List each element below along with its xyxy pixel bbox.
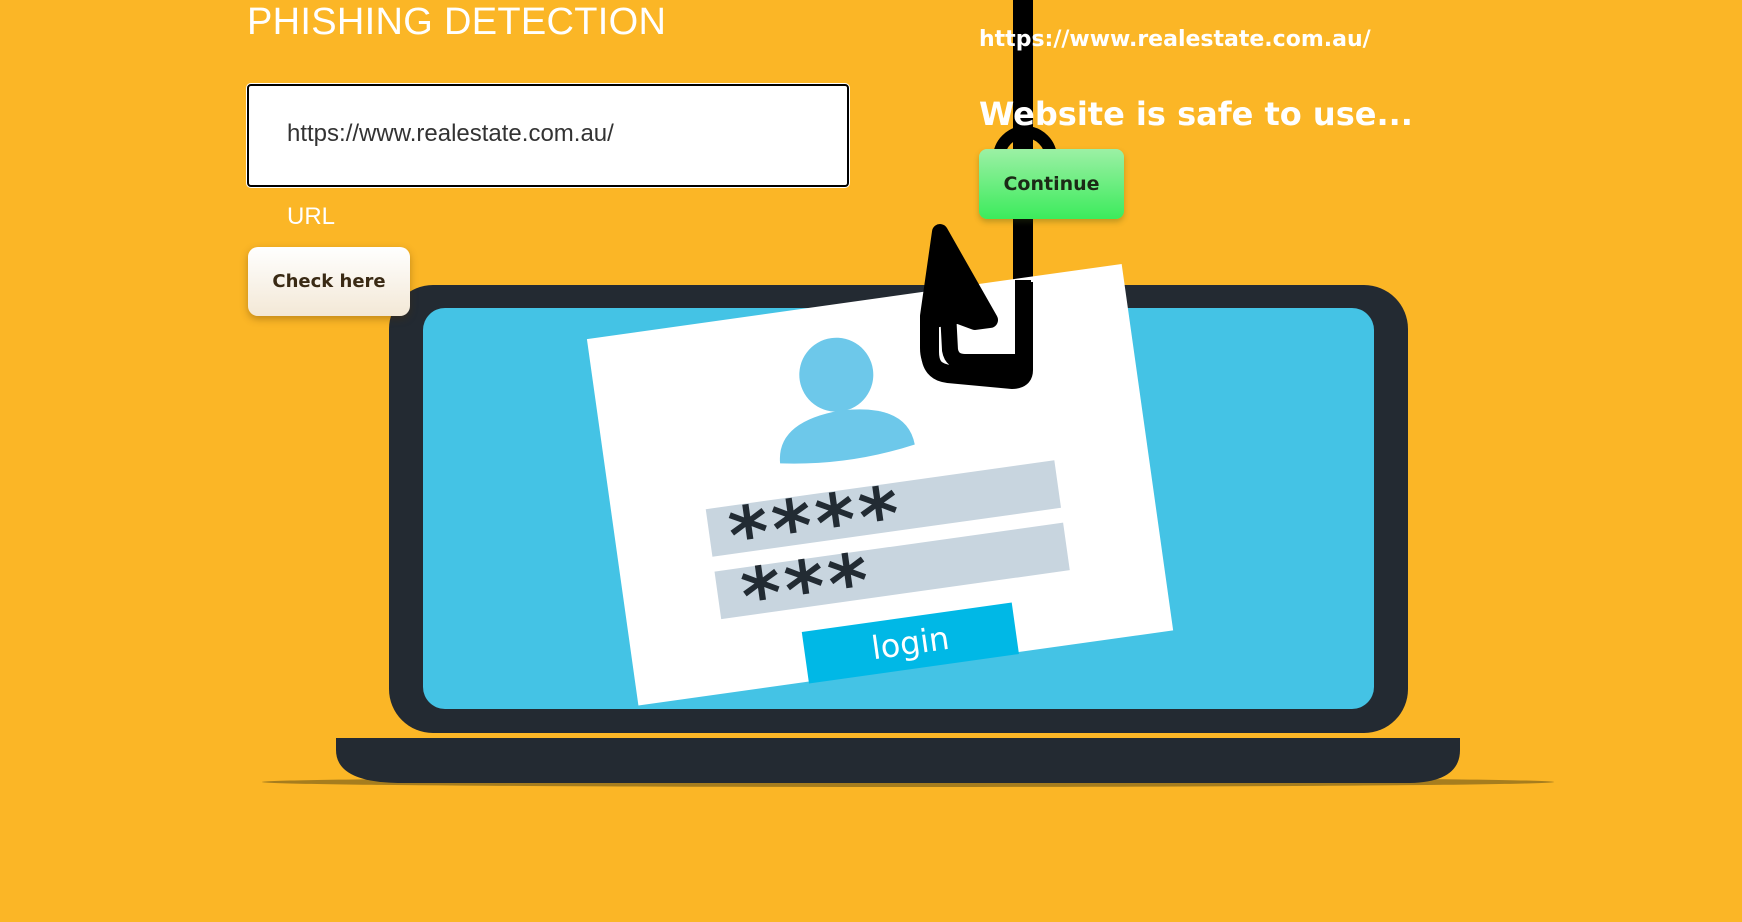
laptop-base [336, 738, 1460, 783]
continue-button[interactable]: Continue [979, 149, 1124, 219]
hook-point [934, 232, 992, 328]
login-card: **** *** login [586, 263, 1174, 706]
url-input-box[interactable] [247, 84, 849, 187]
url-input[interactable] [287, 114, 807, 154]
safety-result-message: Website is safe to use... [979, 95, 1413, 133]
checked-url-text: https://www.realestate.com.au/ [979, 27, 1371, 52]
url-label: URL [287, 203, 336, 230]
page-title: PHISHING DETECTION [247, 1, 667, 43]
check-here-button[interactable]: Check here [248, 247, 410, 316]
